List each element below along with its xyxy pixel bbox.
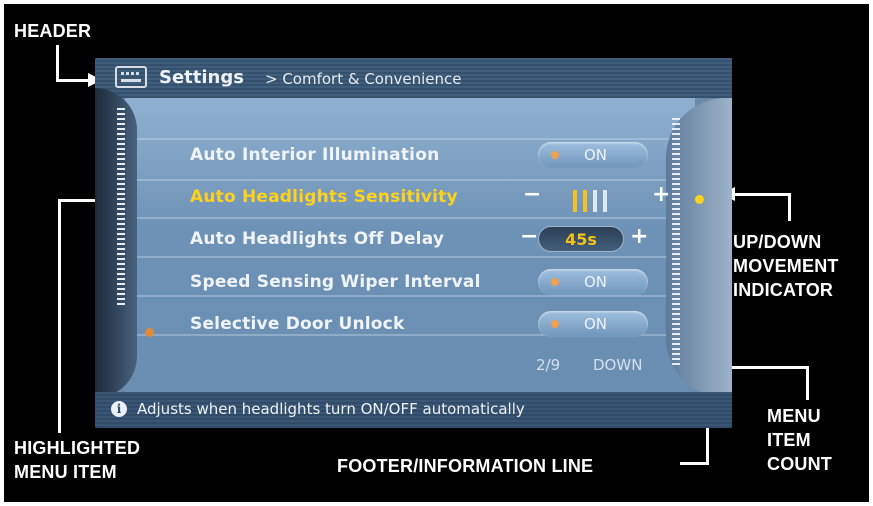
left-arc-ticks — [117, 108, 125, 308]
sensitivity-minus-button[interactable]: − — [523, 182, 541, 207]
menu-item-count: 2/9 — [536, 356, 561, 374]
header-title: Settings — [159, 67, 244, 88]
delay-plus-button[interactable]: + — [630, 224, 648, 249]
keyboard-icon — [115, 66, 147, 88]
row-divider — [125, 295, 695, 297]
row-divider — [125, 217, 695, 219]
toggle-speed-sensing-wiper-interval[interactable]: ON — [538, 269, 648, 295]
callout-highlighted-item: HIGHLIGHTED MENU ITEM — [14, 438, 141, 482]
off-delay-value: 45s — [565, 230, 597, 249]
callout-footer-line: FOOTER/INFORMATION LINE — [337, 456, 594, 476]
updown-indicator-dot — [695, 195, 704, 204]
callout-updown-indicator: UP/DOWN MOVEMENT INDICATOR — [733, 232, 839, 300]
menu-item-selective-door-unlock[interactable]: Selective Door Unlock — [190, 314, 404, 334]
toggle-dot-icon — [551, 320, 559, 328]
footer-text: Adjusts when headlights turn ON/OFF auto… — [137, 400, 525, 418]
level-bar — [603, 190, 607, 212]
footer-information-line: i Adjusts when headlights turn ON/OFF au… — [95, 392, 732, 428]
row-divider — [125, 256, 695, 258]
pointer-count-v — [806, 366, 809, 400]
menu-item-auto-headlights-off-delay[interactable]: Auto Headlights Off Delay — [190, 229, 444, 249]
toggle-value: ON — [584, 315, 608, 333]
sensitivity-plus-button[interactable]: + — [652, 182, 670, 207]
delay-minus-button[interactable]: − — [520, 224, 538, 249]
off-delay-value-box[interactable]: 45s — [538, 226, 624, 252]
pointer-updown-v — [788, 193, 791, 221]
row-divider — [125, 179, 695, 181]
left-scroll-arc — [95, 88, 137, 398]
menu-item-auto-interior-illumination[interactable]: Auto Interior Illumination — [190, 145, 439, 165]
menu-item-speed-sensing-wiper-interval[interactable]: Speed Sensing Wiper Interval — [190, 272, 481, 292]
callout-menu-item-count: MENU ITEM COUNT — [767, 406, 832, 474]
toggle-selective-door-unlock[interactable]: ON — [538, 311, 648, 337]
callout-header: HEADER — [14, 21, 92, 41]
toggle-dot-icon — [551, 278, 559, 286]
toggle-value: ON — [584, 273, 608, 291]
settings-screen: Settings > Comfort & Convenience Auto In… — [95, 58, 732, 428]
toggle-auto-interior-illumination[interactable]: ON — [538, 142, 648, 168]
level-bar — [583, 190, 587, 212]
pointer-highlighted — [58, 201, 61, 433]
right-scroll-arc[interactable] — [666, 98, 732, 398]
header-breadcrumb: > Comfort & Convenience — [265, 70, 462, 88]
menu-item-auto-headlights-sensitivity[interactable]: Auto Headlights Sensitivity — [190, 187, 458, 207]
pointer-header — [56, 45, 59, 81]
pointer-updown — [735, 193, 790, 196]
toggle-value: ON — [584, 146, 608, 164]
level-bar — [573, 190, 577, 212]
screen-header: Settings > Comfort & Convenience — [95, 58, 732, 98]
pointer-header-h — [56, 79, 88, 82]
row-divider — [125, 138, 695, 140]
scroll-direction: DOWN — [593, 356, 643, 374]
left-position-dot — [145, 328, 154, 337]
right-arc-ticks — [672, 118, 680, 368]
pointer-footer-h2 — [680, 462, 709, 465]
level-bar — [593, 190, 597, 212]
toggle-dot-icon — [551, 151, 559, 159]
info-icon: i — [111, 401, 127, 417]
